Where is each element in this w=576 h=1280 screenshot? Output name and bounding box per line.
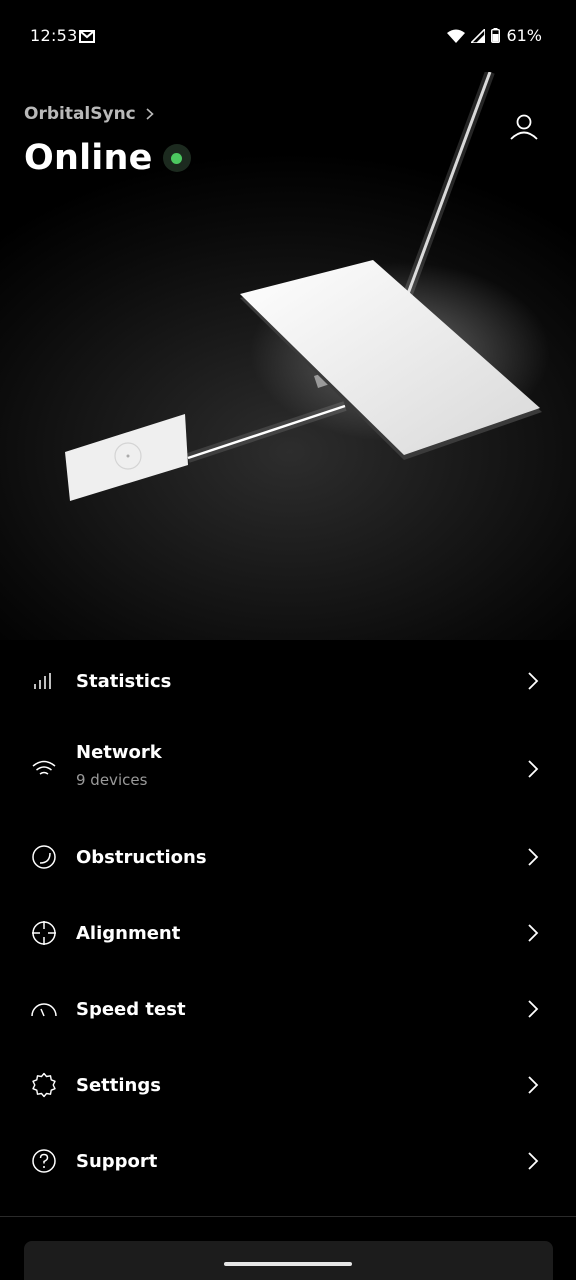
chevron-right-icon [528,1076,539,1094]
menu-label-obstructions: Obstructions [76,846,207,868]
bottom-sheet[interactable] [24,1241,553,1280]
home-indicator[interactable] [224,1262,352,1266]
device-name: OrbitalSync [24,104,136,124]
menu-item-obstructions[interactable]: Obstructions [0,843,576,871]
connection-status-text: Online [24,138,153,178]
chevron-right-icon [528,1000,539,1018]
wifi-icon [447,29,466,43]
menu-label-support: Support [76,1150,158,1172]
chevron-right-icon [528,924,539,942]
status-bar: 12:53 61% [0,0,576,72]
help-icon [30,1147,58,1175]
battery-icon [491,28,501,43]
speedometer-icon [30,995,58,1023]
account-icon[interactable] [506,110,542,146]
bottom-divider [0,1216,576,1217]
chevron-right-icon [146,108,154,120]
connection-status: Online [24,138,191,178]
device-selector[interactable]: OrbitalSync [24,104,154,124]
statistics-icon [30,667,58,695]
menu-label-statistics: Statistics [76,670,172,692]
signal-icon [471,28,486,43]
chevron-right-icon [528,848,539,866]
gear-icon [30,1071,58,1099]
menu-item-statistics[interactable]: Statistics [0,667,576,695]
chevron-right-icon [528,1152,539,1170]
menu-item-settings[interactable]: Settings [0,1071,576,1099]
network-device-count: 9 devices [76,771,148,789]
menu-item-support[interactable]: Support [0,1147,576,1175]
obstructions-icon [30,843,58,871]
chevron-right-icon [528,672,539,690]
menu-item-speed-test[interactable]: Speed test [0,995,576,1023]
menu-label-speed-test: Speed test [76,998,186,1020]
crosshair-icon [30,919,58,947]
online-indicator [162,144,191,172]
menu-label-alignment: Alignment [76,922,181,944]
menu-label-network: Network [76,742,162,763]
chevron-right-icon [528,760,539,778]
gmail-icon [79,30,95,43]
menu-item-alignment[interactable]: Alignment [0,919,576,947]
wifi-icon [30,755,58,783]
battery-percent: 61% [506,26,542,45]
menu-label-settings: Settings [76,1074,161,1096]
status-time: 12:53 [30,26,78,45]
menu-item-network[interactable]: Network 9 devices [0,740,576,798]
